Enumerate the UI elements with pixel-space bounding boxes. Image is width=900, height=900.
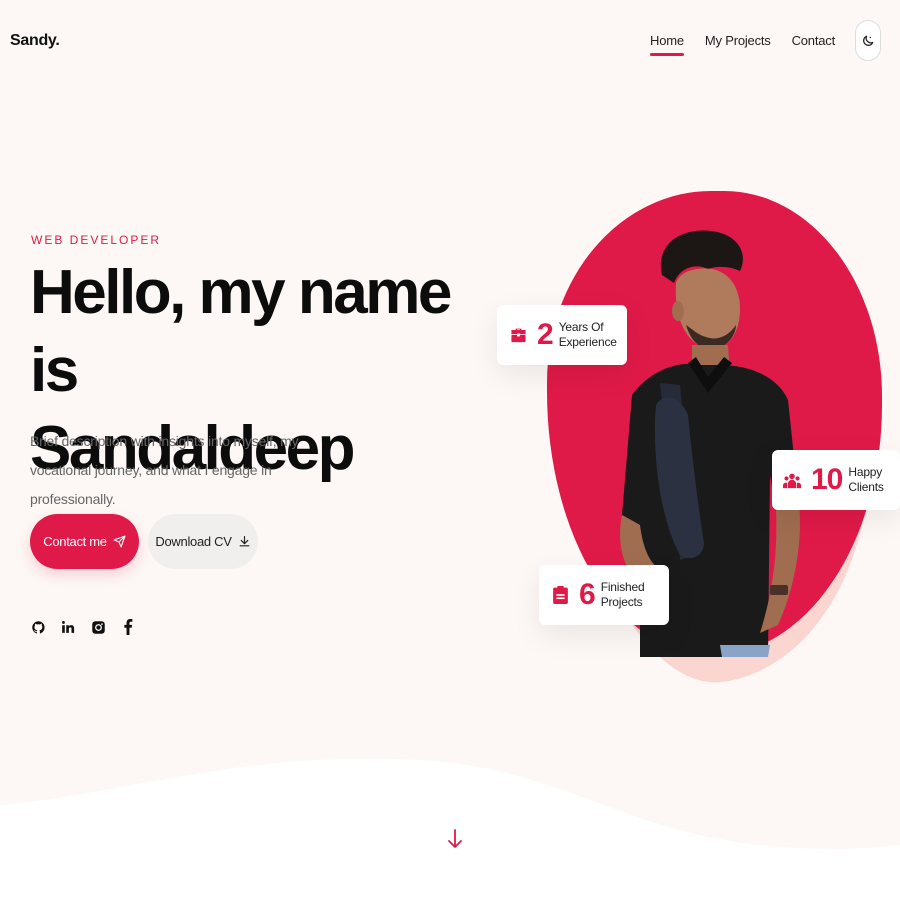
clipboard-icon xyxy=(551,586,569,604)
nav-my-projects[interactable]: My Projects xyxy=(705,25,771,56)
stat-value: 6 xyxy=(579,578,596,611)
linkedin-icon[interactable] xyxy=(60,618,76,636)
nav-contact[interactable]: Contact xyxy=(792,25,836,56)
users-icon xyxy=(783,471,801,489)
moon-icon xyxy=(863,35,874,46)
role-label: WEB DEVELOPER xyxy=(31,233,162,247)
download-cv-label: Download CV xyxy=(155,534,232,549)
social-links xyxy=(30,618,150,636)
instagram-icon[interactable] xyxy=(90,618,106,636)
github-icon[interactable] xyxy=(30,618,46,636)
theme-toggle-button[interactable] xyxy=(855,20,881,61)
stat-label: Finished Projects xyxy=(600,580,645,609)
send-icon xyxy=(113,535,126,548)
contact-me-button[interactable]: Contact me xyxy=(30,514,139,569)
nav-home[interactable]: Home xyxy=(650,25,684,56)
section-wave-divider xyxy=(0,758,900,900)
hero-description: Brief description with insights into mys… xyxy=(30,433,299,507)
stat-value: 2 xyxy=(537,318,554,351)
briefcase-icon xyxy=(509,326,527,344)
download-icon xyxy=(239,536,250,547)
stat-value: 10 xyxy=(811,463,843,496)
facebook-icon[interactable] xyxy=(120,618,136,636)
stat-label: Years Of Experience xyxy=(558,320,617,349)
stat-card-experience: 2 Years Of Experience xyxy=(497,305,627,365)
main-nav: Home My Projects Contact xyxy=(629,20,881,61)
logo[interactable]: Sandy. xyxy=(10,32,60,50)
stat-card-projects: 6 Finished Projects xyxy=(539,565,669,625)
headline-line-1: Hello, my name is xyxy=(30,258,452,405)
stat-card-clients: 10 Happy Clients xyxy=(772,450,900,510)
download-cv-button[interactable]: Download CV xyxy=(148,514,258,569)
arrow-down-icon[interactable] xyxy=(447,828,463,850)
stat-label: Happy Clients xyxy=(848,465,884,494)
contact-me-label: Contact me xyxy=(43,534,107,549)
